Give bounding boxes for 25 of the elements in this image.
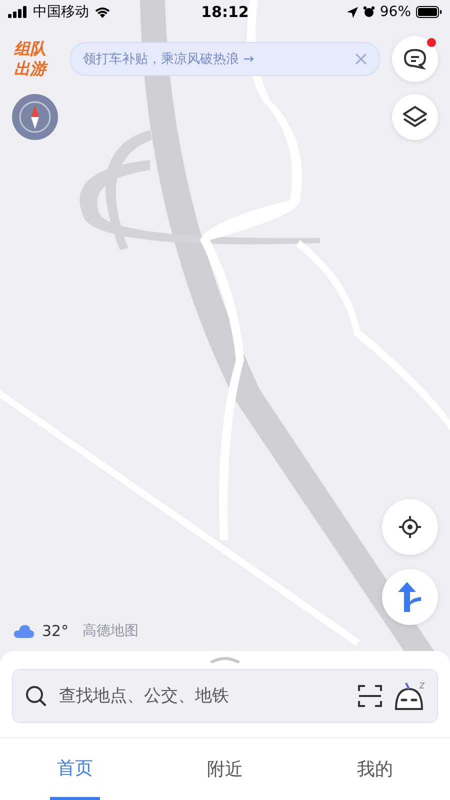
carrier-name: 中国移动 (33, 3, 89, 21)
cloud-icon (14, 624, 34, 638)
promo-banner[interactable]: 领打车补贴，乘凉风破热浪 → (70, 42, 380, 76)
location-arrow-icon (346, 6, 358, 18)
wifi-icon (94, 6, 111, 18)
clock-time: 18:12 (201, 3, 249, 21)
battery-icon (416, 6, 442, 18)
route-arrow-icon (397, 582, 423, 612)
temperature: 32° (42, 622, 69, 640)
promo-logo[interactable]: 组队 出游 (14, 39, 58, 79)
map-brand: 高德地图 (82, 622, 139, 640)
robot-assistant-icon[interactable] (393, 681, 427, 711)
scan-icon[interactable] (357, 684, 383, 708)
nav-tab[interactable]: 首页 (50, 738, 100, 800)
layers-icon (402, 105, 428, 129)
search-bar[interactable]: 查找地点、公交、地铁 (12, 669, 438, 723)
search-icon (25, 685, 47, 707)
nav-tab[interactable]: 我的 (300, 738, 450, 800)
battery-percent: 96% (380, 4, 411, 20)
crosshair-icon (398, 515, 422, 539)
search-input[interactable]: 查找地点、公交、地铁 (57, 685, 347, 707)
signal-icon (8, 6, 28, 18)
chat-bubble-icon (403, 48, 427, 70)
nav-tab[interactable]: 附近 (150, 738, 300, 800)
drag-handle-icon[interactable] (210, 655, 240, 663)
